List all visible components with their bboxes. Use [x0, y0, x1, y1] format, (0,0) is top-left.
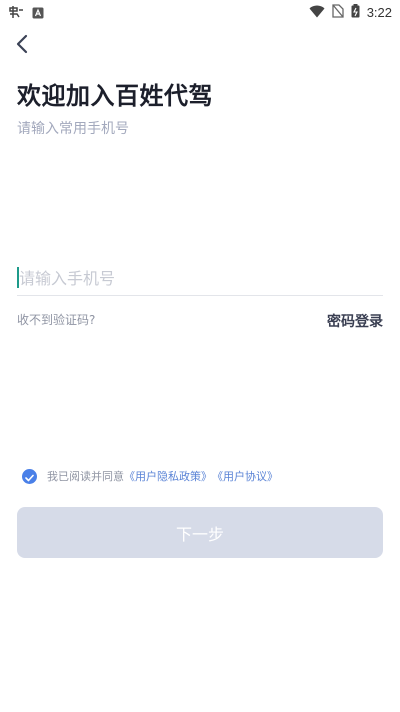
battery-icon	[351, 3, 360, 22]
chevron-left-icon	[15, 34, 29, 58]
status-bar: 3:22	[0, 0, 400, 24]
user-agreement-link[interactable]: 《用户协议》	[212, 468, 278, 484]
wifi-icon	[309, 3, 325, 22]
agreement-row: 我已阅读并同意 《用户隐私政策》 《用户协议》	[22, 468, 278, 484]
check-icon	[25, 467, 34, 486]
agreement-text: 我已阅读并同意	[47, 470, 124, 483]
password-login-link[interactable]: 密码登录	[327, 311, 383, 331]
back-button[interactable]	[10, 34, 34, 58]
status-right: 3:22	[309, 3, 392, 22]
a-badge-icon	[32, 4, 44, 23]
page-subtitle: 请输入常用手机号	[17, 121, 129, 137]
agreement-checkbox[interactable]	[22, 467, 37, 486]
status-time: 3:22	[366, 5, 392, 20]
text-cursor	[17, 267, 19, 288]
privacy-policy-link[interactable]: 《用户隐私政策》	[124, 468, 212, 484]
next-button[interactable]: 下一步	[17, 507, 383, 558]
page-title: 欢迎加入百姓代驾	[17, 82, 213, 110]
notification-app-icon	[8, 4, 24, 23]
no-sim-icon	[332, 3, 344, 22]
phone-input[interactable]	[17, 262, 383, 296]
status-left	[8, 4, 44, 23]
no-code-link[interactable]: 收不到验证码?	[17, 311, 95, 328]
